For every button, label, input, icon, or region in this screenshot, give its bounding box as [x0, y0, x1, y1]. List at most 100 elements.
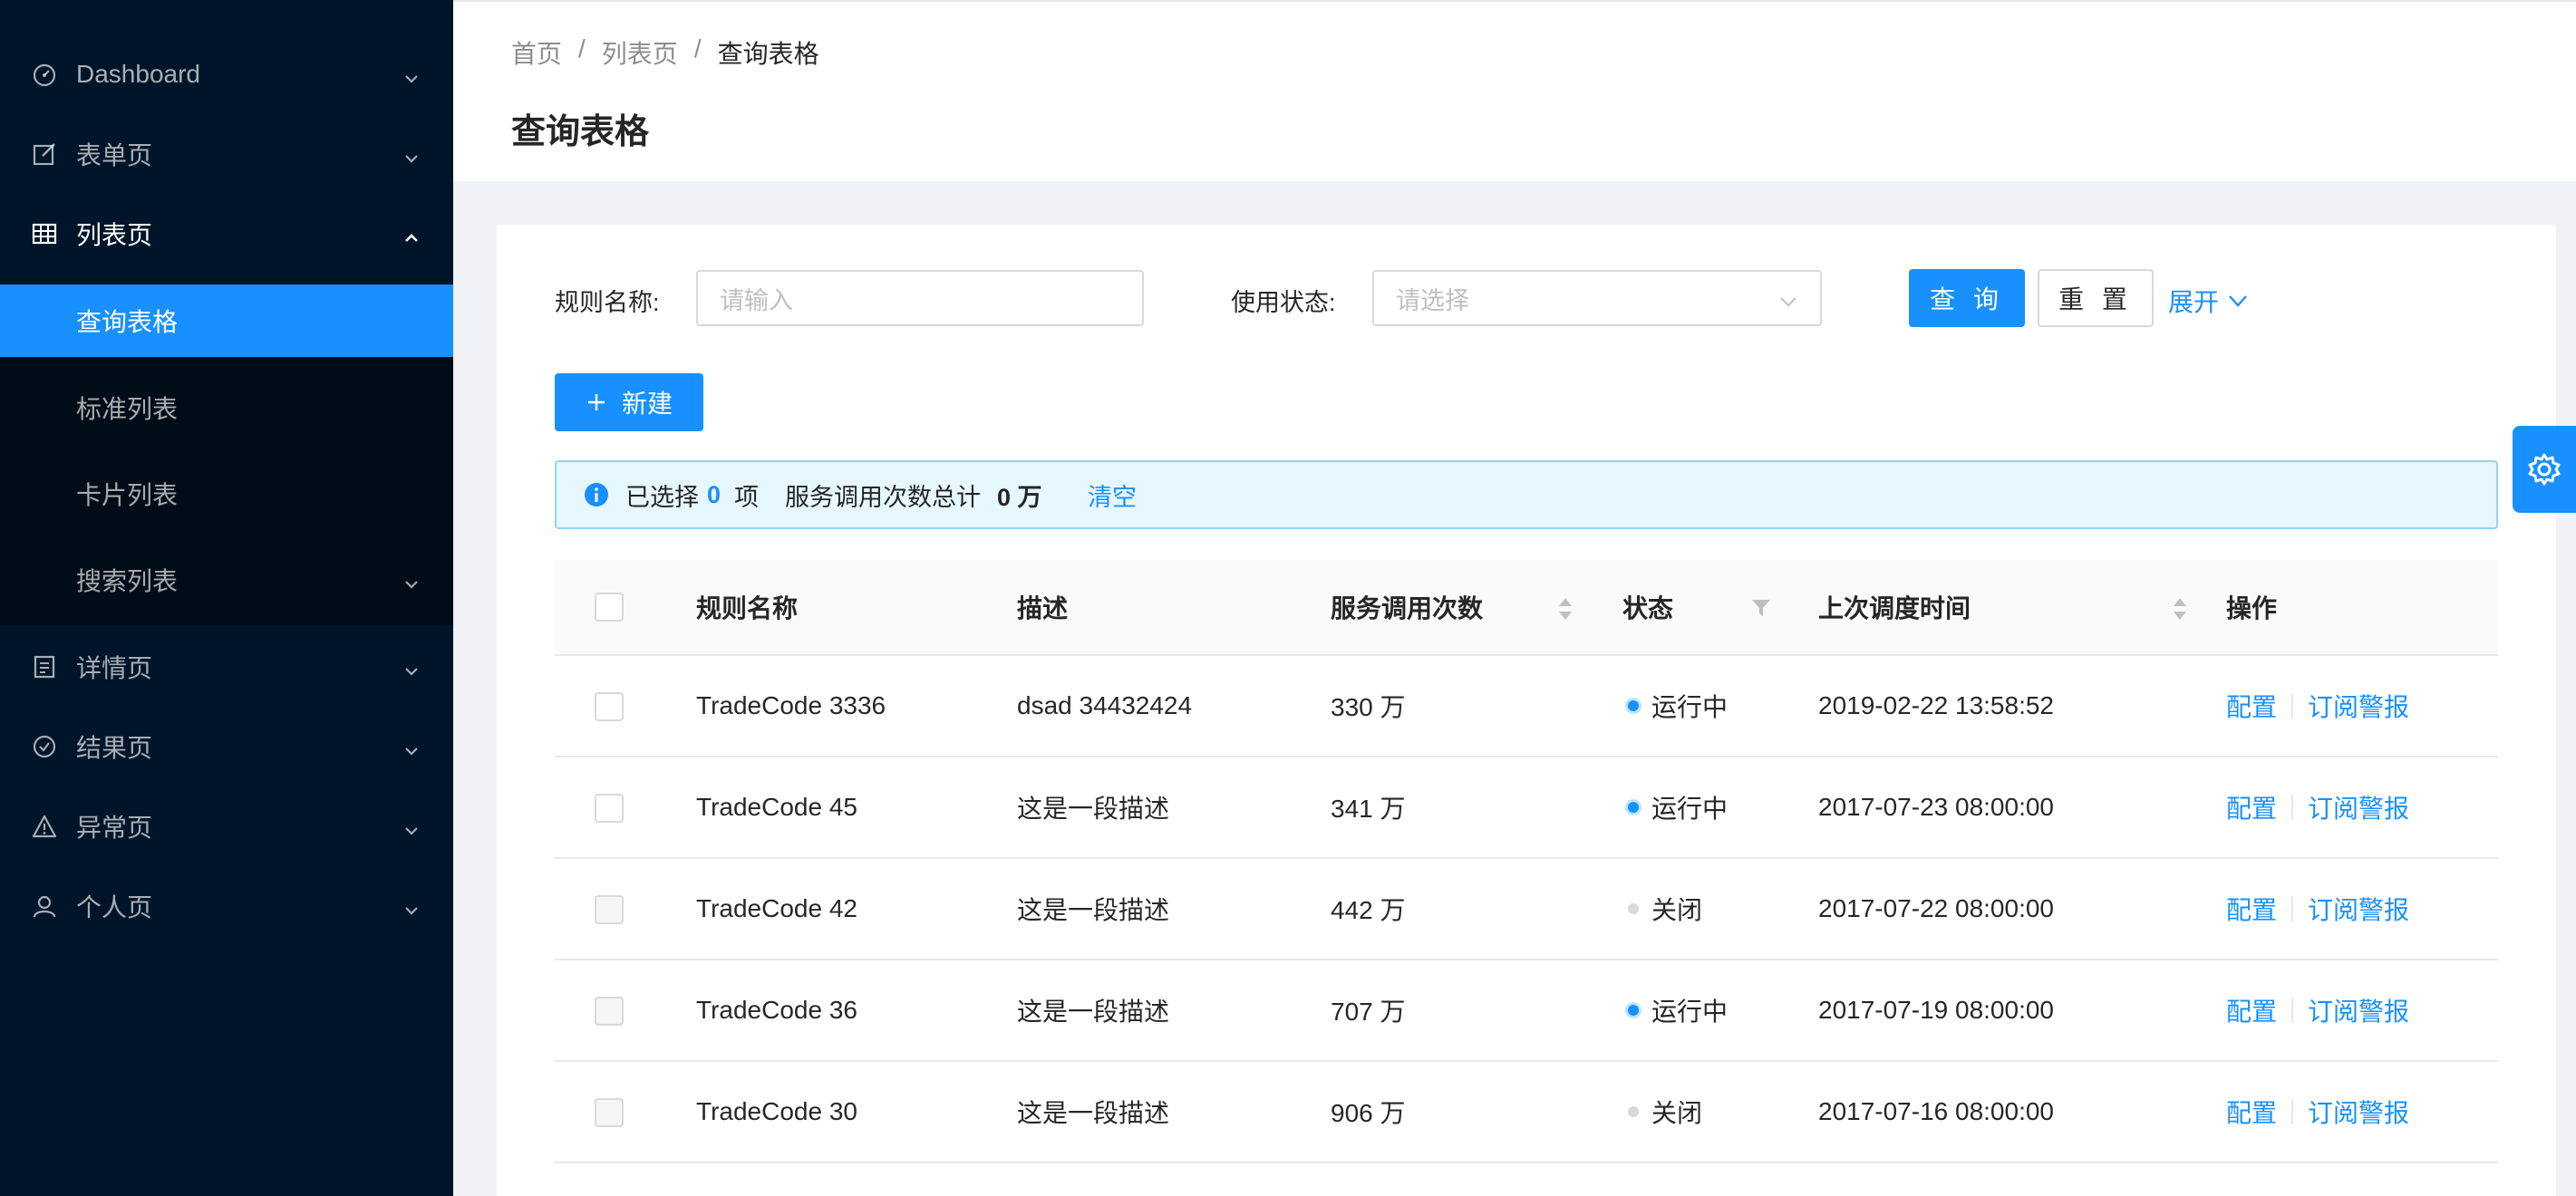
breadcrumb: 首页 / 列表页 / 查询表格 — [511, 34, 819, 71]
breadcrumb-list[interactable]: 列表页 — [602, 34, 678, 71]
page-title: 查询表格 — [511, 113, 650, 151]
total-value: 0 万 — [997, 483, 1042, 511]
rule-name-link[interactable]: TradeCode 45 — [696, 757, 857, 857]
selected-prefix: 已选择 — [625, 483, 699, 511]
query-button[interactable]: 查 询 — [1909, 269, 2025, 327]
subscribe-link[interactable]: 订阅警报 — [2308, 1094, 2409, 1130]
row-checkbox[interactable] — [595, 1098, 624, 1127]
action-divider — [2291, 795, 2294, 820]
column-header-name: 规则名称 — [696, 594, 799, 622]
clear-link[interactable]: 清空 — [1088, 462, 1137, 527]
last-time: 2017-07-22 08:00:00 — [1818, 894, 2054, 922]
row-checkbox[interactable] — [595, 997, 624, 1026]
row-checkbox[interactable] — [595, 794, 624, 823]
rule-name-link[interactable]: TradeCode 3336 — [696, 656, 886, 756]
expand-label: 展开 — [2168, 288, 2220, 316]
warning-icon — [31, 813, 58, 840]
sidebar-item-result[interactable]: 结果页 — [0, 710, 453, 783]
sidebar-subitem-query-table[interactable]: 查询表格 — [0, 285, 453, 357]
config-link[interactable]: 配置 — [2226, 789, 2277, 825]
table-card: 规则名称: 请输入 使用状态: 请选择 查 询 重 置 展开 新建 已选择 0 … — [497, 225, 2556, 1196]
settings-drawer-button[interactable] — [2513, 426, 2576, 513]
sidebar-item-label: 详情页 — [76, 654, 153, 682]
profile-icon — [31, 653, 58, 680]
rule-desc: 这是一段描述 — [1017, 998, 1170, 1026]
status-badge: 运行中 — [1628, 757, 1728, 857]
rule-desc: 这是一段描述 — [1017, 896, 1170, 924]
status-badge: 关闭 — [1628, 859, 1702, 959]
rule-name-link[interactable]: TradeCode 30 — [696, 1062, 857, 1162]
column-header-desc: 描述 — [1017, 594, 1069, 622]
expand-link[interactable]: 展开 — [2168, 283, 2250, 319]
sidebar-item-label: 异常页 — [76, 814, 153, 842]
new-button[interactable]: 新建 — [555, 373, 703, 431]
row-checkbox[interactable] — [595, 692, 624, 721]
rule-calls: 906 万 — [1331, 1099, 1406, 1127]
status-dot — [1628, 903, 1639, 914]
config-link[interactable]: 配置 — [2226, 992, 2277, 1028]
subscribe-link[interactable]: 订阅警报 — [2308, 891, 2409, 927]
sidebar-item-profile[interactable]: 详情页 — [0, 631, 453, 703]
chevron-down-icon — [402, 817, 421, 835]
action-divider — [2291, 896, 2294, 921]
chevron-down-icon — [402, 571, 421, 589]
selected-suffix: 项 — [734, 483, 759, 511]
sidebar-item-dashboard[interactable]: Dashboard — [0, 38, 453, 111]
rule-name-link[interactable]: TradeCode 36 — [696, 960, 857, 1060]
total-prefix: 服务调用次数总计 — [785, 483, 981, 511]
rule-name-label: 规则名称: — [555, 289, 660, 316]
config-link[interactable]: 配置 — [2226, 1094, 2277, 1130]
sort-icon[interactable] — [1557, 596, 1574, 626]
action-divider — [2291, 998, 2294, 1023]
dashboard-icon — [31, 61, 58, 88]
rule-name-input[interactable]: 请输入 — [696, 270, 1144, 326]
rule-name-link[interactable]: TradeCode 42 — [696, 859, 857, 959]
sidebar-item-form[interactable]: 表单页 — [0, 118, 453, 190]
row-actions: 配置 订阅警报 — [2226, 859, 2409, 959]
table-row: TradeCode 30 这是一段描述 906 万 关闭 2017-07-16 … — [555, 1062, 2498, 1163]
sidebar-item-list[interactable]: 列表页 — [0, 198, 453, 270]
sort-icon[interactable] — [2172, 596, 2188, 626]
chevron-down-icon — [402, 65, 421, 83]
subscribe-link[interactable]: 订阅警报 — [2308, 992, 2409, 1028]
config-link[interactable]: 配置 — [2226, 891, 2277, 927]
config-link[interactable]: 配置 — [2226, 688, 2277, 724]
select-all-checkbox[interactable] — [595, 593, 624, 622]
subscribe-link[interactable]: 订阅警报 — [2308, 688, 2409, 724]
selection-alert: 已选择 0 项 服务调用次数总计 0 万 清空 — [555, 460, 2498, 529]
sidebar-subitem-standard-list[interactable]: 标准列表 — [0, 371, 453, 444]
column-header-calls[interactable]: 服务调用次数 — [1331, 560, 1483, 654]
reset-button[interactable]: 重 置 — [2038, 269, 2154, 327]
column-header-last-time[interactable]: 上次调度时间 — [1818, 560, 1971, 654]
rule-desc: 这是一段描述 — [1017, 1099, 1170, 1127]
info-icon — [584, 462, 609, 527]
breadcrumb-home[interactable]: 首页 — [511, 34, 562, 71]
table-row: TradeCode 42 这是一段描述 442 万 关闭 2017-07-22 … — [555, 859, 2498, 960]
page-header: 首页 / 列表页 / 查询表格 查询表格 — [453, 0, 2576, 181]
chevron-down-icon — [402, 658, 421, 676]
new-button-label: 新建 — [621, 390, 673, 418]
sidebar-subitem-label: 标准列表 — [76, 395, 179, 423]
selected-count: 0 — [707, 480, 721, 508]
status-select[interactable]: 请选择 — [1372, 270, 1822, 326]
sidebar-item-account[interactable]: 个人页 — [0, 870, 453, 942]
rule-calls: 707 万 — [1331, 998, 1406, 1026]
sidebar-subitem-label: 卡片列表 — [76, 481, 179, 509]
row-checkbox[interactable] — [595, 895, 624, 924]
sidebar-subitem-card-list[interactable]: 卡片列表 — [0, 458, 453, 530]
filter-icon[interactable] — [1751, 598, 1771, 622]
rule-calls: 330 万 — [1331, 693, 1406, 721]
sidebar: Dashboard 表单页 列表页 查询表格 标准列表 卡片列表 搜索列表 详情… — [0, 0, 453, 1196]
status-dot — [1628, 802, 1639, 813]
rule-name-placeholder: 请输入 — [720, 286, 793, 314]
status-text: 运行中 — [1651, 693, 1729, 721]
sidebar-subitem-search-list[interactable]: 搜索列表 — [0, 544, 453, 616]
table-row: TradeCode 36 这是一段描述 707 万 运行中 2017-07-19… — [555, 960, 2498, 1062]
sidebar-item-exception[interactable]: 异常页 — [0, 790, 453, 863]
subscribe-link[interactable]: 订阅警报 — [2308, 789, 2409, 825]
chevron-down-icon — [402, 897, 421, 915]
status-placeholder: 请选择 — [1396, 286, 1469, 314]
sidebar-subitem-label: 查询表格 — [76, 308, 179, 336]
chevron-down-icon — [2226, 289, 2250, 313]
sidebar-item-label: 列表页 — [76, 221, 153, 249]
